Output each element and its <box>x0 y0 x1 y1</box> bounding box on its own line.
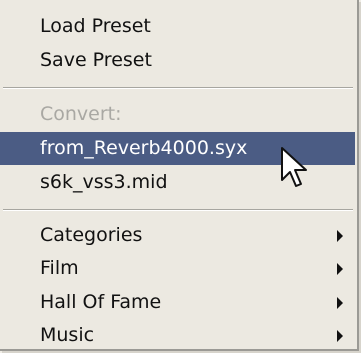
menu-item-save-preset[interactable]: Save Preset <box>0 44 355 77</box>
menu-heading-convert: Convert: <box>0 98 355 131</box>
menu-separator <box>3 209 353 211</box>
chevron-right-icon <box>337 297 343 309</box>
chevron-right-icon <box>337 230 343 242</box>
menu-item-label: Hall Of Fame <box>40 291 162 313</box>
menu-item-film[interactable]: Film <box>0 252 355 285</box>
menu-heading-label: Convert: <box>40 103 122 125</box>
menu-item-label: Music <box>40 324 95 346</box>
context-menu: Load Preset Save Preset Convert: from_Re… <box>0 0 359 351</box>
menu-item-label: Save Preset <box>40 49 152 71</box>
menu-separator <box>3 87 353 89</box>
menu-item-load-preset[interactable]: Load Preset <box>0 10 355 43</box>
menu-item-hall-of-fame[interactable]: Hall Of Fame <box>0 286 355 319</box>
menu-item-music[interactable]: Music <box>0 319 355 352</box>
chevron-right-icon <box>337 330 343 342</box>
menu-item-label: Load Preset <box>40 15 151 37</box>
menu-item-label: s6k_vss3.mid <box>40 171 168 193</box>
menu-item-label: Film <box>40 257 79 279</box>
menu-item-categories[interactable]: Categories <box>0 219 355 252</box>
menu-item-label: from_Reverb4000.syx <box>40 137 248 159</box>
mouse-pointer-icon <box>281 147 307 187</box>
chevron-right-icon <box>337 263 343 275</box>
menu-item-label: Categories <box>40 224 143 246</box>
